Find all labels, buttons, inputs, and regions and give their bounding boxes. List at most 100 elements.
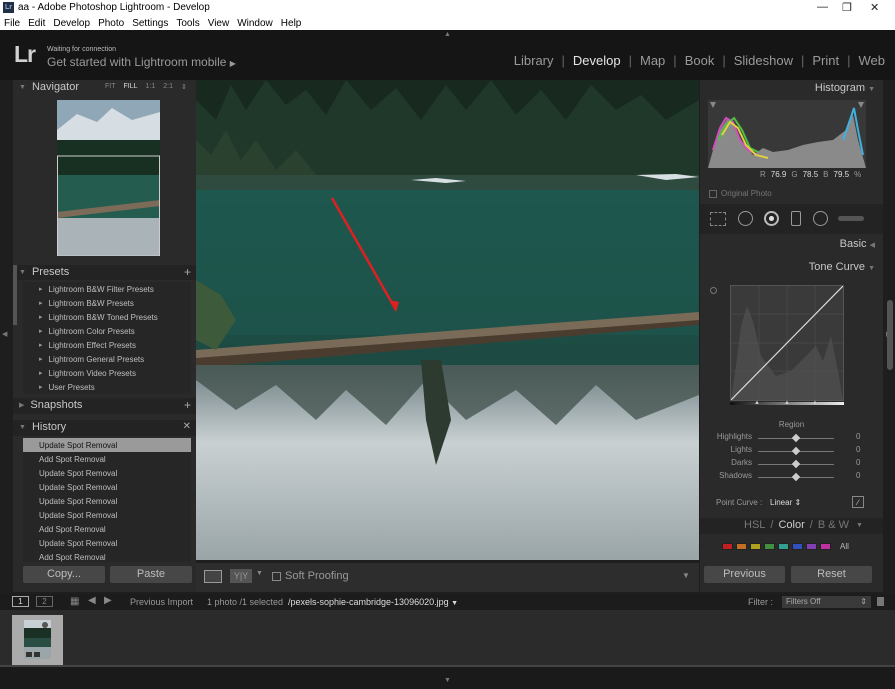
color-swatch[interactable] (722, 543, 733, 550)
minimize-icon[interactable]: — (817, 1, 828, 13)
edit-point-curve-icon[interactable]: ∕ (852, 496, 864, 508)
histogram-graph[interactable] (708, 100, 866, 168)
split-point-handle[interactable]: ▲ (754, 400, 760, 406)
navigator-preview[interactable] (57, 100, 160, 256)
zoom-fit[interactable]: FIT (105, 83, 116, 91)
view-dropdown-icon[interactable]: ▼ (256, 570, 263, 577)
color-swatch[interactable] (806, 543, 817, 550)
module-web[interactable]: Web (859, 53, 886, 68)
region-slider-knob[interactable] (791, 446, 801, 456)
compare-view-button[interactable]: Y|Y (230, 569, 252, 583)
add-snapshot-icon[interactable]: + (184, 398, 191, 412)
paste-settings-button[interactable]: Paste (110, 566, 192, 583)
region-slider-knob[interactable] (791, 459, 801, 469)
forward-arrow-icon[interactable]: ▶ (104, 595, 112, 606)
preset-folder[interactable]: Lightroom B&W Toned Presets (23, 310, 191, 324)
split-point-handle[interactable]: ▲ (812, 400, 818, 406)
module-slideshow[interactable]: Slideshow (734, 53, 793, 68)
collapse-top-icon[interactable]: ▲ (444, 31, 451, 38)
mobile-promo-link[interactable]: Get started with Lightroom mobile ▶ (47, 55, 236, 69)
targeted-adjustment-icon[interactable] (710, 287, 717, 294)
history-item[interactable]: Update Spot Removal (23, 508, 191, 522)
soft-proofing-checkbox[interactable] (272, 572, 281, 581)
history-item[interactable]: Add Spot Removal (23, 452, 191, 466)
presets-header[interactable]: ▼ Presets + (13, 265, 196, 280)
collapse-bottom-icon[interactable]: ▼ (444, 677, 451, 684)
filter-select[interactable]: Filters Off ⇕ (782, 596, 871, 608)
filmstrip-thumbnail[interactable] (12, 615, 63, 665)
radial-filter-icon[interactable] (813, 211, 828, 226)
copy-settings-button[interactable]: Copy... (23, 566, 105, 583)
preset-folder[interactable]: Lightroom General Presets (23, 352, 191, 366)
region-slider-knob[interactable] (791, 472, 801, 482)
zoom-fill[interactable]: FILL (124, 83, 138, 91)
split-point-handle[interactable]: ▲ (784, 400, 790, 406)
history-item[interactable]: Add Spot Removal (23, 550, 191, 562)
primary-window-button[interactable]: 1 (12, 596, 29, 607)
tone-curve-graph[interactable] (730, 285, 844, 401)
source-label[interactable]: Previous Import (130, 597, 193, 607)
basic-header[interactable]: Basic ◀ (840, 238, 875, 250)
history-item[interactable]: Update Spot Removal (23, 466, 191, 480)
snapshots-header[interactable]: ▶ Snapshots + (13, 398, 196, 414)
history-item[interactable]: Update Spot Removal (23, 438, 191, 452)
clear-history-icon[interactable]: ✕ (183, 421, 191, 432)
zoom-1-1[interactable]: 1:1 (146, 83, 156, 91)
module-map[interactable]: Map (640, 53, 665, 68)
zoom-2-1[interactable]: 2:1 (163, 83, 173, 91)
left-panel-scrollbar[interactable] (13, 265, 17, 325)
bw-tab[interactable]: B & W (818, 519, 849, 533)
graduated-filter-icon[interactable] (791, 211, 801, 226)
right-scrollbar[interactable] (887, 300, 893, 370)
preset-folder[interactable]: Lightroom Color Presets (23, 324, 191, 338)
main-photo[interactable] (196, 80, 699, 560)
back-arrow-icon[interactable]: ◀ (88, 595, 96, 606)
color-swatch[interactable] (764, 543, 775, 550)
preset-folder[interactable]: Lightroom Video Presets (23, 366, 191, 380)
loupe-view-icon[interactable] (204, 570, 222, 583)
history-item[interactable]: Update Spot Removal (23, 494, 191, 508)
menu-photo[interactable]: Photo (98, 18, 124, 29)
red-eye-icon[interactable] (764, 211, 779, 226)
add-preset-icon[interactable]: + (184, 265, 191, 279)
menu-help[interactable]: Help (281, 18, 302, 29)
menu-edit[interactable]: Edit (28, 18, 45, 29)
all-colors-button[interactable]: All (840, 542, 849, 551)
color-tab[interactable]: Color (778, 519, 804, 533)
preset-folder[interactable]: Lightroom B&W Filter Presets (23, 282, 191, 296)
restore-icon[interactable]: ❐ (842, 1, 852, 14)
region-slider-knob[interactable] (791, 433, 801, 443)
history-item[interactable]: Update Spot Removal (23, 480, 191, 494)
grid-view-icon[interactable]: ▦ (70, 596, 79, 607)
menu-tools[interactable]: Tools (176, 18, 199, 29)
reset-button[interactable]: Reset (791, 566, 872, 583)
color-swatch[interactable] (820, 543, 831, 550)
spot-removal-icon[interactable] (738, 211, 753, 226)
history-item[interactable]: Add Spot Removal (23, 522, 191, 536)
previous-button[interactable]: Previous (704, 566, 785, 583)
color-swatch[interactable] (778, 543, 789, 550)
module-book[interactable]: Book (685, 53, 715, 68)
color-swatch[interactable] (736, 543, 747, 550)
crop-tool-icon[interactable] (710, 212, 726, 226)
preset-folder[interactable]: User Presets (23, 380, 191, 394)
hsl-header[interactable]: HSL / Color / B & W ▼ (700, 518, 883, 534)
history-header[interactable]: ▼ History ✕ (13, 420, 196, 436)
module-library[interactable]: Library (514, 53, 554, 68)
color-swatch[interactable] (750, 543, 761, 550)
menu-settings[interactable]: Settings (132, 18, 168, 29)
point-curve-select[interactable]: Linear ⇕ (770, 498, 801, 507)
zoom-more-icon[interactable]: ⇕ (181, 83, 187, 91)
close-icon[interactable]: ✕ (870, 1, 879, 14)
histogram-header[interactable]: Histogram ▼ (815, 82, 875, 94)
menu-develop[interactable]: Develop (53, 18, 90, 29)
adjustment-brush-icon[interactable] (838, 216, 864, 221)
toolbar-menu-icon[interactable]: ▼ (682, 571, 690, 580)
navigator-header[interactable]: ▼ Navigator FIT FILL 1:1 2:1 ⇕ (13, 80, 196, 94)
secondary-window-button[interactable]: 2 (36, 596, 53, 607)
menu-view[interactable]: View (208, 18, 230, 29)
menu-window[interactable]: Window (237, 18, 273, 29)
collapse-left-icon[interactable]: ◀ (2, 330, 7, 338)
hsl-tab[interactable]: HSL (744, 519, 765, 533)
filter-lock-icon[interactable] (877, 597, 884, 606)
